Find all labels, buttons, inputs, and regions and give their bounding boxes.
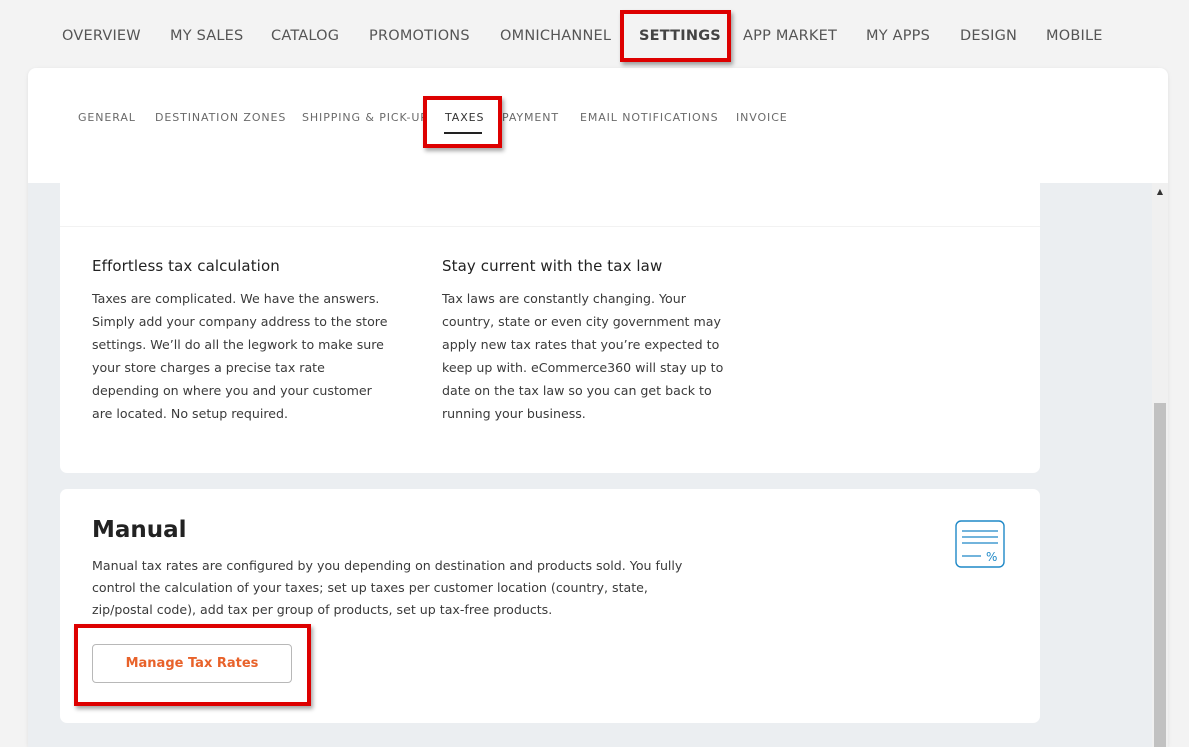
svg-text:%: % bbox=[986, 550, 997, 564]
nav-omnichannel[interactable]: OMNICHANNEL bbox=[500, 28, 611, 44]
nav-my-apps[interactable]: MY APPS bbox=[866, 28, 930, 44]
scroll-up-arrow-icon[interactable]: ▲ bbox=[1152, 183, 1168, 199]
manage-tax-rates-button[interactable]: Manage Tax Rates bbox=[92, 644, 292, 683]
tab-invoice[interactable]: INVOICE bbox=[736, 111, 788, 124]
tab-general[interactable]: GENERAL bbox=[78, 111, 136, 124]
tab-destination-zones[interactable]: DESTINATION ZONES bbox=[155, 111, 286, 124]
nav-design[interactable]: DESIGN bbox=[960, 28, 1017, 44]
tab-email-notifications[interactable]: EMAIL NOTIFICATIONS bbox=[580, 111, 719, 124]
nav-overview[interactable]: OVERVIEW bbox=[62, 28, 141, 44]
tab-payment[interactable]: PAYMENT bbox=[502, 111, 559, 124]
effortless-tax-text: Taxes are complicated. We have the answe… bbox=[92, 291, 388, 421]
scrollbar-thumb[interactable] bbox=[1154, 403, 1166, 747]
nav-promotions[interactable]: PROMOTIONS bbox=[369, 28, 470, 44]
tab-taxes[interactable]: TAXES bbox=[445, 111, 484, 124]
active-tab-underline bbox=[444, 132, 482, 134]
nav-mobile[interactable]: MOBILE bbox=[1046, 28, 1103, 44]
manual-description: Manual tax rates are configured by you d… bbox=[92, 558, 683, 617]
tax-document-percent-icon: % bbox=[955, 520, 1005, 568]
tax-law-text: Tax laws are constantly changing. Your c… bbox=[442, 291, 724, 421]
manual-tax-card: Manual Manual tax rates are configured b… bbox=[60, 489, 1040, 723]
automatic-tax-info-card: Effortless tax calculation Taxes are com… bbox=[60, 227, 1040, 473]
nav-my-sales[interactable]: MY SALES bbox=[170, 28, 243, 44]
tax-law-title: Stay current with the tax law bbox=[442, 257, 663, 275]
main-navigation: OVERVIEW MY SALES CATALOG PROMOTIONS OMN… bbox=[0, 0, 1189, 68]
previous-card-bottom bbox=[60, 183, 1040, 227]
tax-law-column: Stay current with the tax law Tax laws a… bbox=[442, 257, 742, 425]
nav-app-market[interactable]: APP MARKET bbox=[743, 28, 837, 44]
settings-tabs: GENERAL DESTINATION ZONES SHIPPING & PIC… bbox=[28, 68, 1168, 183]
effortless-tax-column: Effortless tax calculation Taxes are com… bbox=[92, 257, 392, 425]
manual-title: Manual bbox=[92, 517, 187, 543]
nav-settings[interactable]: SETTINGS bbox=[639, 28, 721, 44]
nav-catalog[interactable]: CATALOG bbox=[271, 28, 339, 44]
vertical-scrollbar[interactable]: ▲ bbox=[1152, 183, 1168, 747]
tab-shipping-pickup[interactable]: SHIPPING & PICK-UP bbox=[302, 111, 426, 124]
effortless-tax-title: Effortless tax calculation bbox=[92, 257, 280, 275]
settings-panel: GENERAL DESTINATION ZONES SHIPPING & PIC… bbox=[28, 68, 1168, 747]
